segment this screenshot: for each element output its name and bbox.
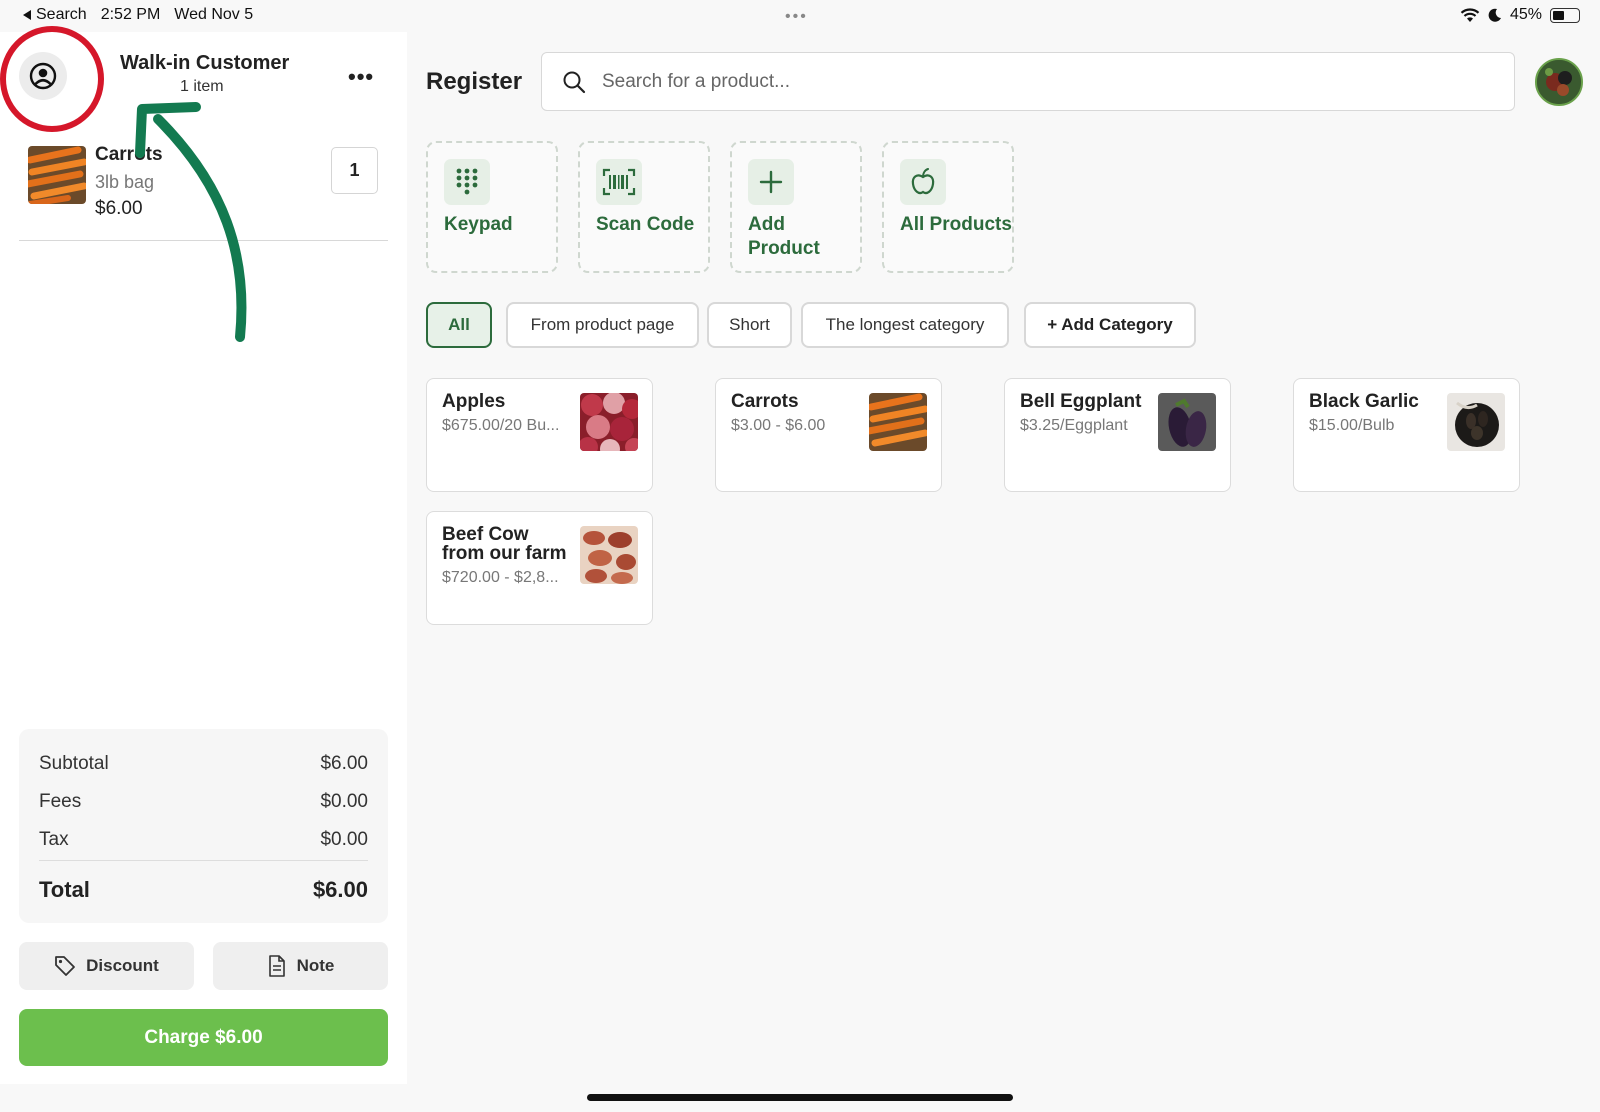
apple-icon [900,159,946,205]
product-image [1158,393,1216,451]
total-label: Total [39,877,90,902]
page-title: Register [426,68,523,95]
subtotal-label: Subtotal [39,753,109,774]
category-chip-from-product-page[interactable]: From product page [506,302,699,348]
product-card-carrots[interactable]: Carrots $3.00 - $6.00 [715,378,942,492]
tile-scan-code[interactable]: Scan Code [578,141,710,273]
tile-add-product[interactable]: Add Product [730,141,862,273]
subtotal-value: $6.00 [320,753,368,774]
moon-icon [1488,8,1501,22]
status-bar-left: Search 2:52 PM Wed Nov 5 [22,6,253,24]
fees-value: $0.00 [320,791,368,812]
fees-row: Fees $0.00 [39,791,368,813]
tile-keypad[interactable]: Keypad [426,141,558,273]
battery-percent: 45% [1509,6,1542,23]
category-chip-longest[interactable]: The longest category [801,302,1009,348]
keypad-icon [444,159,490,205]
subtotal-row: Subtotal $6.00 [39,753,368,775]
back-triangle-icon [23,10,31,20]
status-time: 2:52 PM [100,6,161,23]
tile-label: Add Product [748,214,820,259]
tag-icon [55,956,76,976]
charge-button[interactable]: Charge $6.00 [19,1009,388,1066]
annotation-red-circle [0,26,104,132]
total-value: $6.00 [312,877,368,902]
tile-label: Keypad [444,214,513,235]
product-card-beef-cow[interactable]: Beef Cow from our farm $720.00 - $2,8... [426,511,653,625]
product-image [580,393,638,451]
more-options-button[interactable]: ••• [348,64,374,90]
order-summary: Subtotal $6.00 Fees $0.00 Tax $0.00 Tota… [19,729,388,923]
multitasking-dots[interactable]: ••• [785,8,808,26]
discount-button[interactable]: Discount [19,942,194,990]
product-card-black-garlic[interactable]: Black Garlic $15.00/Bulb [1293,378,1520,492]
product-name: Beef Cow from our farm [442,524,567,564]
product-price: $15.00/Bulb [1309,417,1395,434]
profile-avatar[interactable] [1535,58,1583,106]
product-name: Apples [442,391,506,412]
document-icon [268,955,285,977]
customer-name[interactable]: Walk-in Customer [120,52,289,75]
cart-item-quantity[interactable]: 1 [331,147,378,194]
cart-item-thumbnail [28,146,86,204]
product-price: $720.00 - $2,8... [442,569,559,586]
tax-value: $0.00 [320,829,368,850]
status-date: Wed Nov 5 [174,6,254,23]
product-name: Black Garlic [1309,391,1419,412]
tax-label: Tax [39,829,69,850]
category-chip-short[interactable]: Short [707,302,792,348]
product-name: Carrots [731,391,799,412]
tile-label: Scan Code [596,214,695,235]
back-label: Search [36,6,87,23]
category-chip-all[interactable]: All [426,302,492,348]
product-price: $3.25/Eggplant [1020,417,1128,434]
annotation-arrow [135,102,247,342]
total-row: Total $6.00 [39,877,368,903]
home-indicator[interactable] [587,1094,1013,1101]
product-image [869,393,927,451]
product-name: Bell Eggplant [1020,391,1142,412]
barcode-icon [596,159,642,205]
note-button[interactable]: Note [213,942,388,990]
plus-icon [748,159,794,205]
product-card-apples[interactable]: Apples $675.00/20 Bu... [426,378,653,492]
discount-label: Discount [86,956,159,975]
fees-label: Fees [39,791,82,812]
tile-all-products[interactable]: All Products [882,141,1014,273]
status-bar-right: 45% [1460,6,1580,24]
search-icon [563,71,586,93]
product-price: $3.00 - $6.00 [731,417,826,434]
summary-divider [39,860,368,861]
tile-label: All Products [900,214,1012,235]
product-card-bell-eggplant[interactable]: Bell Eggplant $3.25/Eggplant [1004,378,1231,492]
battery-icon [1550,7,1580,23]
back-to-search-link[interactable]: Search [22,6,87,24]
wifi-icon [1460,7,1480,22]
tax-row: Tax $0.00 [39,829,368,851]
note-label: Note [296,956,335,975]
search-input[interactable] [602,70,1482,93]
product-image [1447,393,1505,451]
add-category-button[interactable]: + Add Category [1024,302,1196,348]
cart-item-count: 1 item [180,78,224,95]
product-price: $675.00/20 Bu... [442,417,560,434]
product-image [580,526,638,584]
product-search-box[interactable] [541,52,1515,111]
